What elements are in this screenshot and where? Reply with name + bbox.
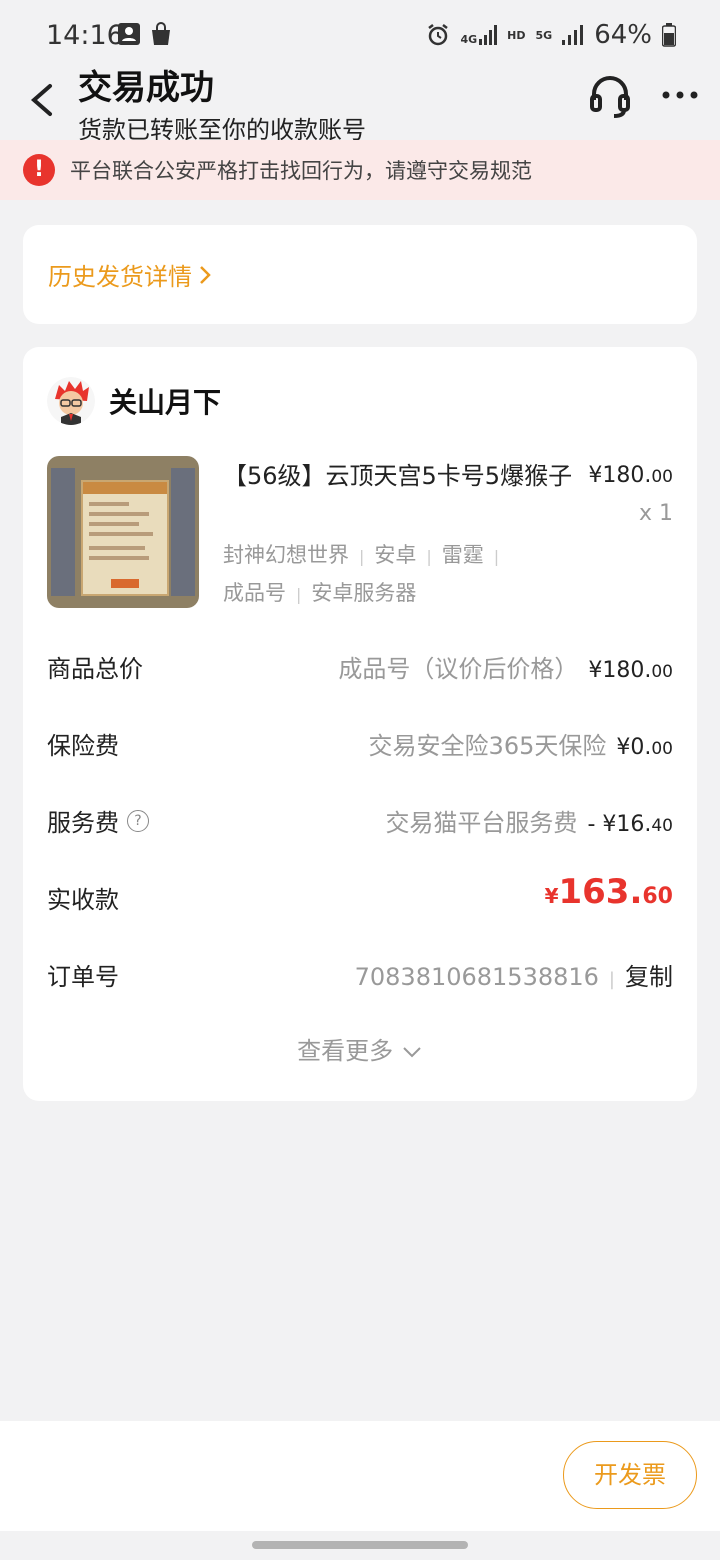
seller-name: 关山月下 [109, 386, 222, 419]
tag-game: 封神幻想世界 [223, 543, 349, 567]
history-card: 历史发货详情 [23, 225, 697, 324]
avatar-image [47, 377, 95, 425]
status-time: 14:16 [46, 20, 124, 51]
signal-icon [562, 25, 584, 45]
order-number: 7083810681538816 [354, 963, 599, 991]
notice-text: 平台联合公安严格打击找回行为，请遵守交易规范 [70, 159, 532, 183]
tag-platform: 安卓 [374, 543, 417, 567]
security-notice: ! 平台联合公安严格打击找回行为，请遵守交易规范 [0, 140, 720, 200]
received-amount-row: 实收款 ¥163.60 [47, 872, 673, 914]
service-fee-row: 服务费 ? 交易猫平台服务费 - ¥16.40 [47, 809, 673, 837]
copy-button[interactable]: 复制 [625, 957, 673, 992]
headset-icon [590, 76, 630, 118]
home-indicator[interactable] [252, 1541, 468, 1549]
received-amount: ¥163.60 [544, 872, 673, 912]
contact-card-icon [118, 23, 140, 45]
network-4g-label: 4G [460, 33, 478, 46]
total-price-row: 商品总价 成品号（议价后价格） ¥180.00 [47, 655, 673, 683]
tag-type: 成品号 [223, 581, 286, 605]
product-tags: 封神幻想世界 | 安卓 | 雷霆 | 成品号 | 安卓服务器 [223, 543, 500, 605]
history-shipping-link[interactable]: 历史发货详情 [48, 257, 212, 292]
order-number-row: 订单号 7083810681538816 | 复制 [47, 953, 673, 993]
seller-info[interactable]: 关山月下 [47, 377, 221, 425]
product-price: ¥180.00 [588, 463, 673, 488]
network-5g-label: 5G [535, 28, 553, 42]
signal-icon [479, 25, 498, 45]
invoice-button[interactable]: 开发票 [563, 1441, 697, 1509]
warning-icon: ! [23, 154, 55, 186]
order-card: 关山月下 【56级】云顶天宫5卡号5爆猴子 ¥180.00 x 1 封神幻想世界… [23, 347, 697, 1101]
chevron-down-icon [403, 1047, 421, 1058]
page-header: 交易成功 货款已转账至你的收款账号 [0, 60, 720, 144]
hd-label: HD [507, 28, 526, 42]
product-quantity: x 1 [638, 501, 673, 526]
page-title: 交易成功 [78, 68, 214, 108]
history-link-label: 历史发货详情 [48, 263, 192, 291]
bottom-action-bar: 开发票 [0, 1421, 720, 1531]
tag-server-type: 安卓服务器 [311, 581, 417, 605]
tag-server: 雷霆 [441, 543, 484, 567]
avatar [47, 377, 95, 425]
back-arrow-icon [30, 84, 52, 116]
customer-service-button[interactable] [588, 72, 632, 120]
product-thumbnail[interactable] [47, 456, 199, 608]
more-button[interactable] [660, 80, 700, 110]
shopping-bag-icon [152, 22, 170, 45]
chevron-right-icon [200, 265, 211, 284]
back-button[interactable] [24, 76, 64, 124]
alarm-icon [428, 24, 449, 46]
more-icon [662, 91, 698, 99]
help-icon[interactable]: ? [127, 809, 149, 832]
battery-icon [662, 23, 676, 47]
product-title[interactable]: 【56级】云顶天宫5卡号5爆猴子 [223, 457, 573, 495]
battery-percent: 64% [594, 20, 652, 50]
insurance-row: 保险费 交易安全险365天保险 ¥0.00 [47, 732, 673, 760]
see-more-button[interactable]: 查看更多 [23, 1031, 697, 1066]
